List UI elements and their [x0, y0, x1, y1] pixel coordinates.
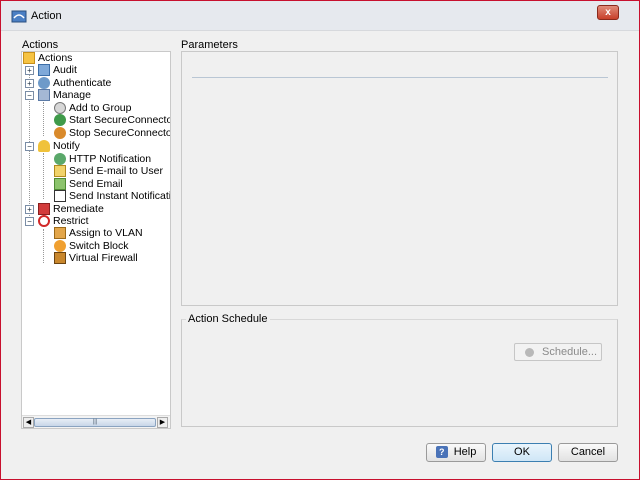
parameters-panel: [181, 51, 618, 306]
scroll-thumb[interactable]: |||: [34, 418, 156, 427]
folder-icon: [23, 52, 35, 65]
switch-block-icon: [54, 240, 66, 253]
help-button[interactable]: ? Help: [426, 443, 486, 462]
stop-secureconnector-icon: [54, 127, 66, 140]
expand-icon[interactable]: +: [25, 78, 34, 88]
window-title: Action: [31, 10, 62, 22]
collapse-icon[interactable]: −: [25, 141, 34, 151]
cancel-button[interactable]: Cancel: [558, 443, 618, 462]
horizontal-scrollbar[interactable]: ◀ ||| ▶: [22, 415, 170, 428]
parameters-separator: [192, 77, 608, 78]
ok-button[interactable]: OK: [492, 443, 552, 462]
action-schedule-panel: [181, 319, 618, 427]
tree-item-send-email-to-user[interactable]: Send E-mail to User: [54, 165, 163, 178]
scroll-left-icon[interactable]: ◀: [23, 417, 34, 428]
tree-item-send-instant-notification[interactable]: Send Instant Notification: [54, 190, 170, 203]
tree-item-assign-to-vlan[interactable]: Assign to VLAN: [54, 227, 143, 240]
info-icon: [54, 190, 66, 203]
tree-item-notify[interactable]: − Notify: [25, 140, 80, 153]
schedule-icon: [525, 348, 534, 357]
app-icon: [11, 10, 27, 23]
vlan-icon: [54, 227, 66, 240]
tree-item-audit[interactable]: + Audit: [25, 64, 77, 77]
parameters-label: Parameters: [181, 39, 238, 51]
audit-icon: [38, 64, 50, 77]
email-icon: [54, 178, 66, 191]
manage-icon: [38, 89, 50, 102]
tree-guide-line: [43, 102, 44, 136]
help-icon: ?: [435, 446, 448, 459]
tree-item-virtual-firewall[interactable]: Virtual Firewall: [54, 252, 138, 265]
authenticate-icon: [38, 77, 50, 90]
action-schedule-label: Action Schedule: [186, 313, 270, 325]
restrict-icon: [38, 215, 50, 228]
action-dialog: Action x Actions Actions + Audit + Authent…: [0, 0, 640, 480]
scroll-right-icon[interactable]: ▶: [157, 417, 168, 428]
firewall-icon: [54, 252, 66, 265]
close-button[interactable]: x: [597, 5, 619, 20]
tree-item-stop-secureconnector[interactable]: Stop SecureConnector: [54, 127, 170, 140]
collapse-icon[interactable]: −: [25, 90, 34, 100]
email-user-icon: [54, 165, 66, 178]
tree-guide-line: [43, 229, 44, 263]
remediate-icon: [38, 203, 50, 216]
add-to-group-icon: [54, 102, 66, 115]
tree-item-start-secureconnector[interactable]: Start SecureConnector: [54, 114, 170, 127]
tree-item-manage[interactable]: − Manage: [25, 89, 91, 102]
http-notification-icon: [54, 153, 66, 166]
actions-label: Actions: [22, 39, 59, 51]
expand-icon[interactable]: +: [25, 65, 34, 75]
expand-icon[interactable]: +: [25, 204, 34, 214]
tree-guide-line: [43, 153, 44, 199]
action-tree: Actions + Audit + Authenticate − Manage Add…: [21, 51, 171, 429]
bell-icon: [38, 140, 50, 153]
schedule-button[interactable]: Schedule...: [514, 343, 602, 361]
start-secureconnector-icon: [54, 114, 66, 127]
title-bar: Action x: [1, 1, 639, 31]
collapse-icon[interactable]: −: [25, 216, 34, 226]
